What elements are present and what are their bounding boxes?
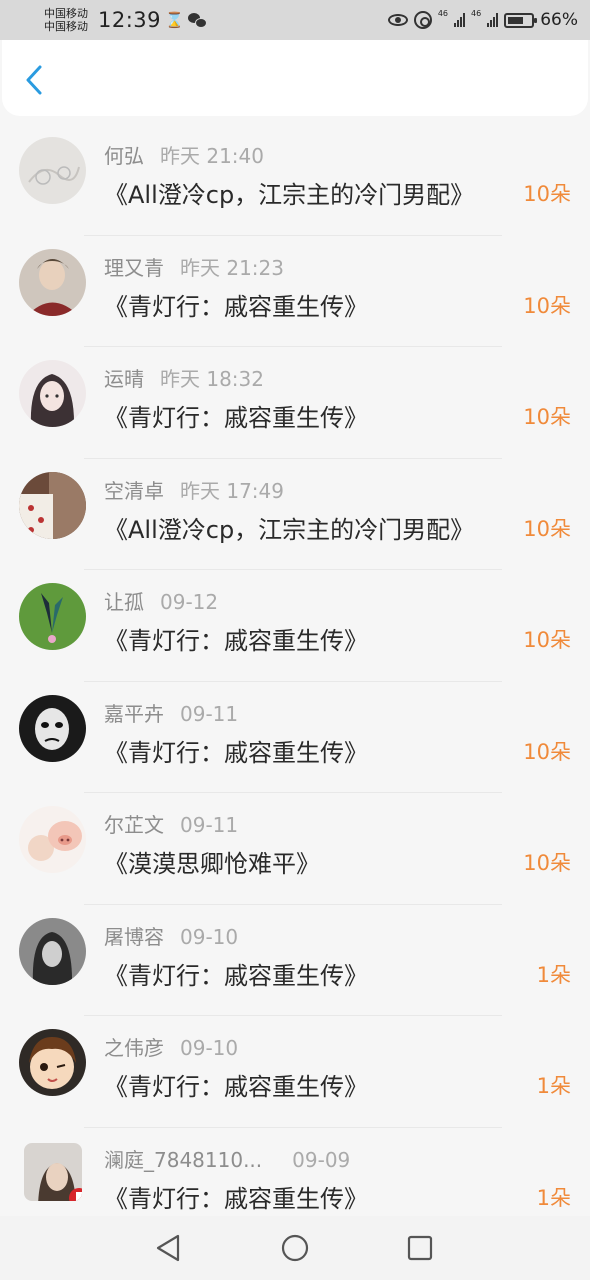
- user-name: 澜庭_7848110...: [104, 1147, 263, 1172]
- timestamp: 09-09: [292, 1147, 351, 1172]
- eye-icon: [387, 14, 408, 26]
- timestamp: 昨天 17:49: [180, 478, 284, 503]
- timestamp: 昨天 18:32: [160, 367, 264, 391]
- status-icons: 46 46 66%: [387, 9, 578, 30]
- signal-icon: [454, 13, 466, 27]
- flower-count: 10朵: [523, 516, 571, 541]
- list-item[interactable]: 理又青 昨天 21:23 《青灯行：戚容重生传》 10朵: [0, 236, 590, 347]
- book-title: 《青灯行：戚容重生传》: [104, 1184, 368, 1213]
- flower-count: 1朵: [536, 1074, 571, 1098]
- user-name: 空清卓: [104, 478, 164, 503]
- list-item[interactable]: 嘉平卉 09-11 《青灯行：戚容重生传》 10朵: [0, 682, 590, 793]
- list-item[interactable]: 让孤 09-12 《青灯行：戚容重生传》 10朵: [0, 570, 590, 682]
- avatar[interactable]: [19, 694, 86, 762]
- timestamp: 09-10: [180, 1036, 239, 1060]
- user-name: 屠博容: [104, 924, 164, 949]
- book-title: 《青灯行：戚容重生传》: [104, 627, 368, 655]
- book-title: 《青灯行：戚容重生传》: [104, 404, 368, 432]
- user-name: 何弘: [104, 144, 144, 168]
- battery-icon: [504, 12, 538, 28]
- flower-count: 10朵: [523, 851, 571, 875]
- chevron-left-icon: [26, 65, 42, 95]
- list-item[interactable]: 屠博容 09-10 《青灯行：戚容重生传》 1朵: [0, 905, 590, 1016]
- book-title: 《青灯行：戚容重生传》: [104, 1073, 368, 1101]
- book-title: 《青灯行：戚容重生传》: [104, 961, 368, 990]
- home-circle-icon: [281, 1234, 309, 1262]
- avatar[interactable]: [19, 1029, 86, 1096]
- avatar[interactable]: [24, 1142, 82, 1201]
- nav-recents-button[interactable]: [404, 1232, 436, 1264]
- user-name: 之伟彦: [104, 1036, 164, 1060]
- list-item[interactable]: 之伟彦 09-10 《青灯行：戚容重生传》 1朵: [0, 1016, 590, 1128]
- wechat-icon: [187, 13, 207, 28]
- flower-count: 10朵: [523, 739, 571, 764]
- timestamp: 昨天 21:40: [160, 144, 264, 168]
- back-button[interactable]: [20, 64, 50, 96]
- avatar[interactable]: [19, 360, 86, 427]
- flower-count: 1朵: [536, 1185, 571, 1210]
- clock: 12:39: [98, 8, 162, 32]
- list-item[interactable]: 空清卓 昨天 17:49 《All澄冷cp，江宗主的冷门男配》 10朵: [0, 459, 590, 570]
- network-type-2: 46: [471, 9, 482, 18]
- timestamp: 09-11: [180, 701, 239, 726]
- hotspot-icon: [413, 11, 432, 29]
- back-triangle-icon: [156, 1234, 180, 1262]
- user-name: 嘉平卉: [104, 701, 164, 726]
- user-name: 运晴: [104, 367, 144, 391]
- user-name: 理又青: [104, 255, 164, 280]
- book-title: 《青灯行：戚容重生传》: [104, 738, 368, 767]
- flower-count: 10朵: [523, 405, 571, 429]
- network-type-1: 46: [437, 9, 449, 18]
- list-item[interactable]: 运晴 昨天 18:32 《青灯行：戚容重生传》 10朵: [0, 347, 590, 459]
- user-name: 尔芷文: [104, 813, 164, 837]
- avatar[interactable]: [19, 137, 86, 204]
- recents-square-icon: [407, 1235, 433, 1261]
- header: [2, 40, 588, 116]
- timestamp: 09-12: [160, 590, 219, 614]
- status-bar: 中国移动 中国移动 12:39 ⌛ 46 46 66%: [0, 0, 590, 40]
- avatar[interactable]: [19, 917, 86, 985]
- navigation-bar: [0, 1216, 590, 1280]
- timestamp: 昨天 21:23: [180, 255, 284, 280]
- avatar[interactable]: [19, 248, 86, 316]
- signal-icon: [487, 13, 499, 27]
- timestamp: 09-11: [180, 813, 239, 837]
- flower-count: 1朵: [536, 962, 571, 987]
- battery-percent: 66%: [540, 10, 578, 30]
- battery-fill: [508, 16, 523, 24]
- nav-back-button[interactable]: [153, 1232, 185, 1264]
- book-title: 《All澄冷cp，江宗主的冷门男配》: [104, 515, 475, 544]
- nav-home-button[interactable]: [279, 1232, 311, 1264]
- list-item[interactable]: 何弘 昨天 21:40 《All澄冷cp，江宗主的冷门男配》 10朵: [0, 124, 590, 236]
- hourglass-icon: ⌛: [165, 11, 184, 29]
- book-title: 《漠漠思卿怆难平》: [104, 850, 320, 878]
- gift-list: 何弘 昨天 21:40 《All澄冷cp，江宗主的冷门男配》 10朵 理又青 昨天 …: [0, 124, 590, 1239]
- timestamp: 09-10: [180, 924, 239, 949]
- list-item[interactable]: 尔芷文 09-11 《漠漠思卿怆难平》 10朵: [0, 793, 590, 905]
- flower-count: 10朵: [523, 182, 571, 206]
- flower-count: 10朵: [523, 628, 571, 652]
- carrier-2: 中国移动: [44, 20, 88, 33]
- book-title: 《All澄冷cp，江宗主的冷门男配》: [104, 181, 475, 209]
- carrier-info: 中国移动 中国移动: [44, 7, 96, 33]
- book-title: 《青灯行：戚容重生传》: [104, 292, 368, 321]
- flower-count: 10朵: [523, 293, 571, 318]
- avatar[interactable]: [19, 471, 86, 539]
- avatar[interactable]: [19, 583, 86, 650]
- avatar[interactable]: [19, 806, 86, 873]
- user-name: 让孤: [104, 590, 144, 614]
- carrier-1: 中国移动: [44, 7, 88, 20]
